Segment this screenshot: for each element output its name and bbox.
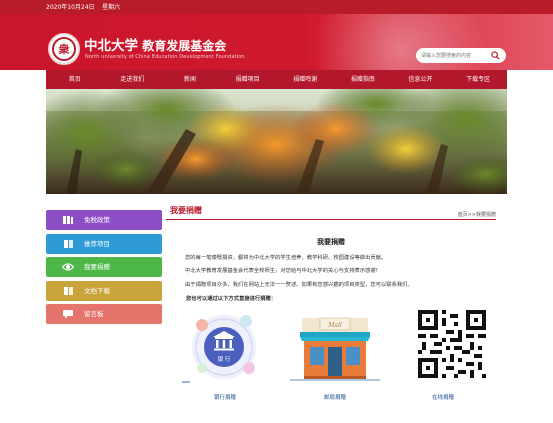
nav-item-about[interactable]: 走进我们 — [104, 70, 162, 89]
sidebar-item-label: 留言板 — [84, 310, 104, 319]
paragraph-1: 您的每一笔慷慨捐资，都将为中北大学的学生培养、教学科研、校园建设等做出贡献。 — [185, 255, 387, 261]
nav-item-downloads[interactable]: 下载专区 — [449, 70, 507, 89]
paragraph-3: 由于捐赠项目众多，我们在网站上无法一一赘述。如果有您感兴趣的项目类型，您可以联系… — [185, 282, 413, 288]
site-title: 中北大学 教育发展基金会 — [84, 34, 226, 54]
post-donation-label[interactable]: 邮局捐赠 — [310, 393, 360, 401]
university-logo[interactable]: 衆 — [48, 33, 80, 65]
books-icon — [63, 216, 73, 224]
section-title: 我要捐赠 — [170, 206, 202, 215]
nav-item-projects[interactable]: 捐赠项目 — [219, 70, 277, 89]
site-title-english: North university of China Education Deve… — [85, 54, 245, 60]
site-title-sub: 教育发展基金会 — [142, 39, 227, 53]
site-title-main: 中北大学 — [84, 38, 138, 54]
date-text: 2020年10月24日 星期六 — [46, 4, 121, 11]
post-office-illustration[interactable]: Mail — [290, 312, 380, 382]
breadcrumb[interactable]: 首页>>我要捐赠 — [458, 211, 496, 218]
logo-glyph: 衆 — [52, 37, 76, 61]
sidebar-item-label: 推荐项目 — [84, 239, 110, 248]
sidebar-item-recommended[interactable]: 推荐项目 — [46, 233, 162, 254]
autumn-trees-image — [46, 89, 507, 194]
nav-item-news[interactable]: 新闻 — [161, 70, 219, 89]
sidebar-item-label: 我要捐赠 — [84, 263, 110, 272]
sidebar-item-tax-policy[interactable]: 免税政策 — [46, 210, 162, 230]
sidebar-item-label: 文档下载 — [84, 286, 110, 295]
sidebar-item-donate[interactable]: 我要捐赠 — [46, 257, 162, 278]
main-nav: 首页 走进我们 新闻 捐赠项目 捐赠鸣谢 捐赠指南 信息公开 下载专区 — [46, 70, 507, 89]
paragraph-2: 中北大学教育发展基金会代表全校师生，对您给与中北大学的关心与支持表示感谢! — [185, 268, 378, 274]
sidebar-item-message-board[interactable]: 留言板 — [46, 304, 162, 325]
article-title: 我要捐赠 — [317, 238, 345, 246]
banner-image — [46, 89, 507, 194]
section-divider — [166, 219, 496, 220]
mail-sign: Mail — [327, 322, 342, 329]
methods-heading: 您也可以通过以下方式直接进行捐赠： — [186, 296, 277, 302]
bank-donation-illustration[interactable]: 银 行 — [180, 310, 262, 385]
book-icon — [64, 239, 73, 248]
nav-item-home[interactable]: 首页 — [46, 70, 104, 89]
nav-item-guide[interactable]: 捐赠指南 — [334, 70, 392, 89]
online-donation-label[interactable]: 在线捐赠 — [418, 393, 468, 401]
nav-item-disclosure[interactable]: 信息公开 — [392, 70, 450, 89]
search-box — [416, 48, 506, 63]
sidebar-item-downloads[interactable]: 文档下载 — [46, 280, 162, 301]
nav-item-thanks[interactable]: 捐赠鸣谢 — [277, 70, 335, 89]
sidebar-item-label: 免税政策 — [84, 216, 110, 224]
message-icon — [63, 310, 73, 319]
bank-label: 银 行 — [218, 355, 231, 363]
search-input[interactable] — [421, 50, 489, 61]
site-header: 衆 中北大学 教育发展基金会 North university of China… — [0, 14, 553, 70]
book-icon — [64, 286, 73, 295]
qr-code-image[interactable] — [418, 310, 486, 378]
eye-icon — [62, 263, 74, 271]
top-bar: 2020年10月24日 星期六 — [0, 0, 553, 14]
search-icon[interactable] — [491, 51, 500, 60]
sidebar: 免税政策 推荐项目 我要捐赠 文档下载 留言板 — [46, 210, 162, 328]
bank-donation-label[interactable]: 银行捐赠 — [200, 393, 250, 401]
